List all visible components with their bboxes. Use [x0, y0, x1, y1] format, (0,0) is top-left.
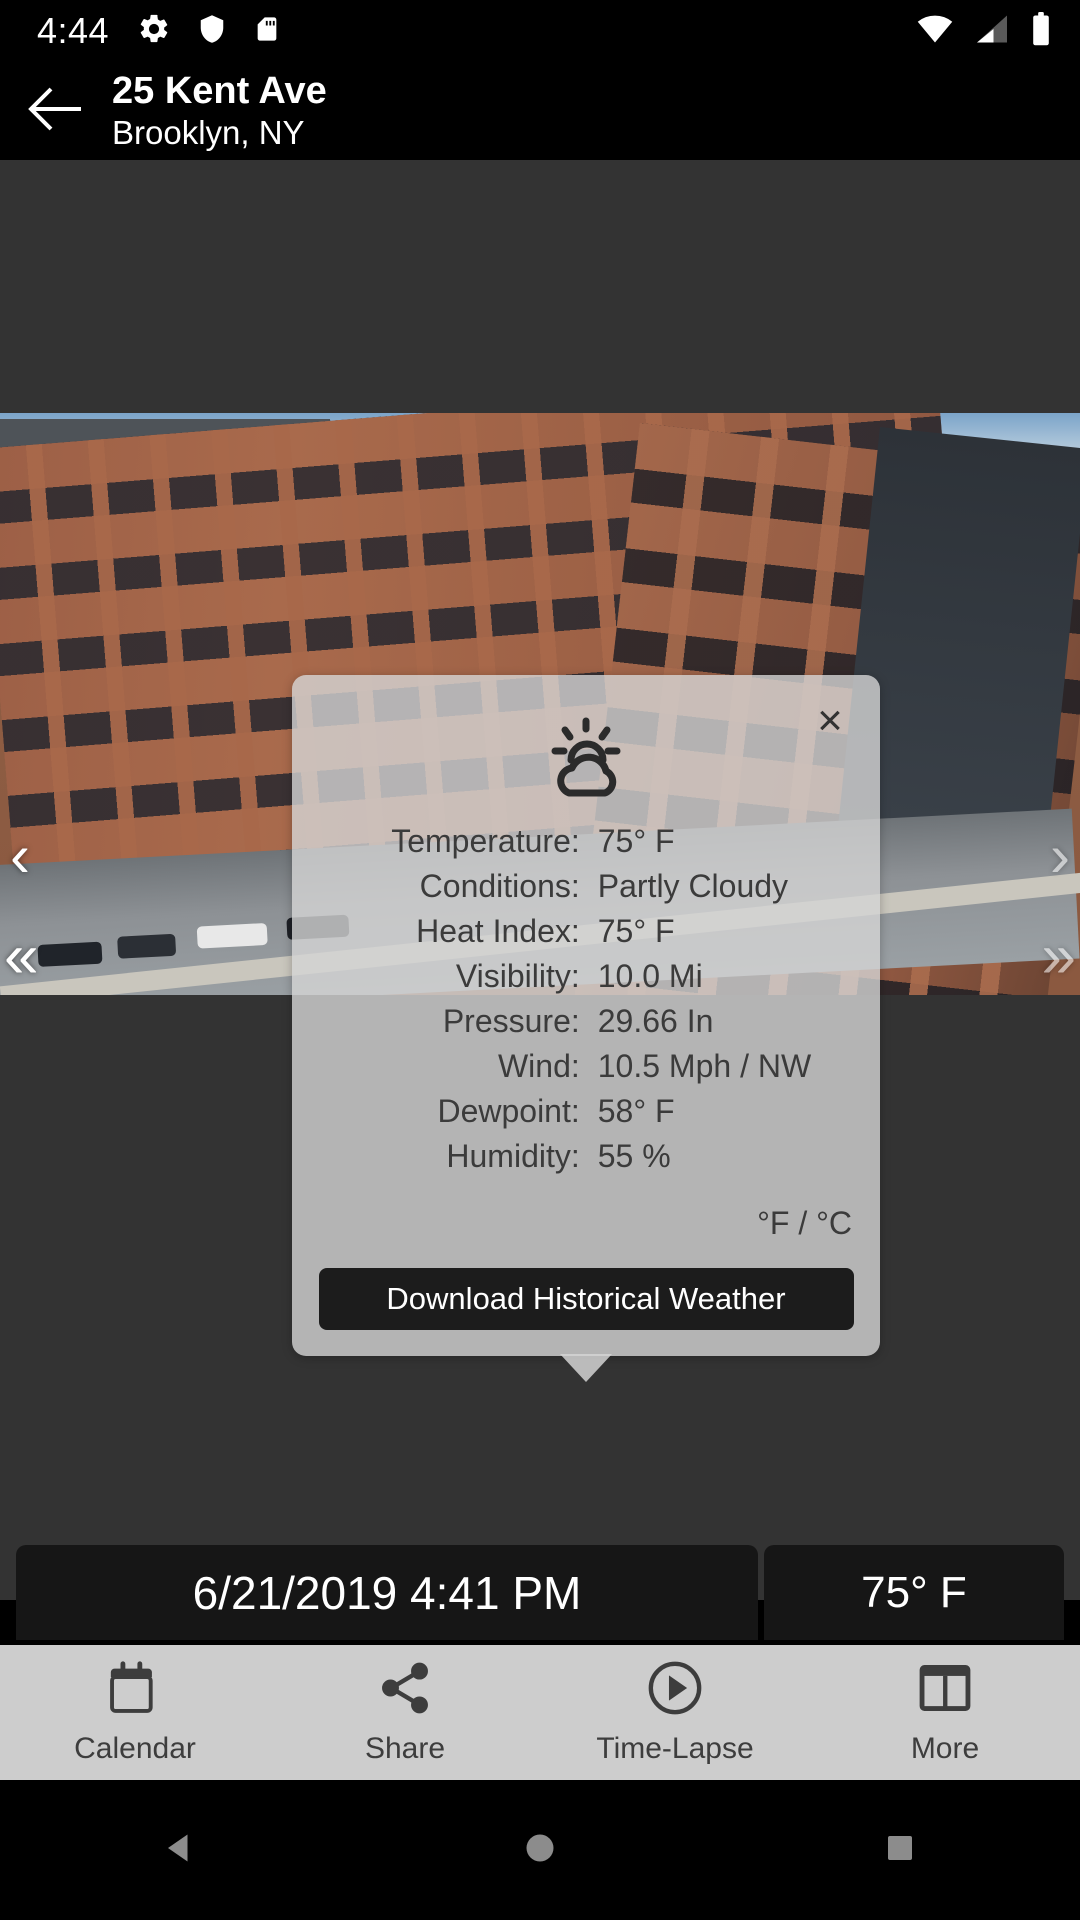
- cell-signal-icon: [974, 14, 1010, 49]
- row-label: Pressure:: [442, 1003, 580, 1039]
- table-row: Temperature: 75° F: [292, 819, 880, 864]
- tab-more[interactable]: More: [810, 1645, 1080, 1780]
- nav-back-button[interactable]: [110, 1780, 250, 1920]
- nav-recents-button[interactable]: [830, 1780, 970, 1920]
- table-row: Wind: 10.5 Mph / NW: [292, 1044, 880, 1089]
- previous-image-button[interactable]: ‹: [10, 826, 30, 886]
- row-value: 58° F: [597, 1093, 675, 1129]
- row-label: Heat Index:: [416, 913, 580, 949]
- status-bar-left-icons: [137, 12, 281, 51]
- wifi-icon: [916, 14, 954, 49]
- page-title: 25 Kent Ave: [112, 70, 327, 112]
- tab-calendar[interactable]: Calendar: [0, 1645, 270, 1780]
- weather-popup: × Temperature: 75° F Conditions: Partly …: [292, 675, 880, 1382]
- table-row: Heat Index: 75° F: [292, 909, 880, 954]
- android-nav-bar: [0, 1780, 1080, 1920]
- unit-toggle[interactable]: °F / °C: [292, 1179, 880, 1242]
- nav-recents-icon: [884, 1832, 916, 1869]
- play-circle-icon: [646, 1659, 704, 1722]
- nav-home-icon: [522, 1830, 558, 1871]
- tab-label: Share: [364, 1732, 446, 1765]
- tab-label: More: [910, 1732, 980, 1765]
- tab-label: Calendar: [74, 1732, 196, 1765]
- download-historical-weather-button[interactable]: Download Historical Weather: [318, 1268, 854, 1330]
- table-row: Pressure: 29.66 In: [292, 999, 880, 1044]
- gear-icon: [137, 12, 171, 51]
- calendar-icon: [106, 1659, 164, 1722]
- sd-card-icon: [253, 12, 281, 51]
- row-label: Temperature:: [391, 823, 580, 859]
- row-label: Dewpoint:: [437, 1093, 580, 1129]
- popup-tail: [560, 1354, 612, 1382]
- weather-details-table: Temperature: 75° F Conditions: Partly Cl…: [292, 819, 880, 1179]
- tab-share[interactable]: Share: [270, 1645, 540, 1780]
- parked-car: [37, 941, 103, 967]
- share-icon: [376, 1659, 434, 1722]
- nav-back-icon: [162, 1830, 198, 1871]
- row-value: 10.0 Mi: [597, 958, 703, 994]
- row-value: 75° F: [597, 913, 675, 949]
- table-row: Visibility: 10.0 Mi: [292, 954, 880, 999]
- timestamp-chip[interactable]: 6/21/2019 4:41 PM: [16, 1545, 758, 1640]
- nav-home-button[interactable]: [470, 1780, 610, 1920]
- table-row: Humidity: 55 %: [292, 1134, 880, 1179]
- parked-car: [117, 933, 177, 959]
- row-label: Visibility:: [455, 958, 580, 994]
- row-label: Humidity:: [446, 1138, 580, 1174]
- back-button[interactable]: [0, 62, 110, 160]
- previous-fast-button[interactable]: «: [4, 926, 38, 988]
- partly-cloudy-icon: [292, 711, 880, 803]
- temperature-chip[interactable]: 75° F: [764, 1545, 1064, 1640]
- tab-label: Time-Lapse: [596, 1732, 754, 1765]
- row-value: 75° F: [597, 823, 675, 859]
- row-value: 10.5 Mph / NW: [597, 1048, 812, 1084]
- status-bar: 4:44: [0, 0, 1080, 62]
- bottom-tab-bar: Calendar Share Time-Lapse More: [0, 1645, 1080, 1780]
- row-value: 55 %: [597, 1138, 671, 1174]
- info-bar: 6/21/2019 4:41 PM 75° F: [0, 1545, 1080, 1640]
- app-header: 25 Kent Ave Brooklyn, NY: [0, 62, 1080, 160]
- table-row: Dewpoint: 58° F: [292, 1089, 880, 1134]
- status-bar-clock: 4:44: [37, 10, 110, 51]
- next-image-button[interactable]: ›: [1050, 826, 1070, 886]
- next-fast-button[interactable]: »: [1042, 926, 1076, 988]
- app-root: 4:44 25 Kent Ave Brooklyn, NY ‹ « › » × …: [0, 0, 1080, 1920]
- row-label: Wind:: [497, 1048, 580, 1084]
- tab-time-lapse[interactable]: Time-Lapse: [540, 1645, 810, 1780]
- row-label: Conditions:: [419, 868, 580, 904]
- row-value: 29.66 In: [597, 1003, 714, 1039]
- parked-car: [196, 922, 268, 949]
- status-bar-right-icons: [916, 0, 1052, 62]
- battery-icon: [1030, 11, 1052, 51]
- table-row: Conditions: Partly Cloudy: [292, 864, 880, 909]
- row-value: Partly Cloudy: [597, 868, 789, 904]
- page-subtitle: Brooklyn, NY: [112, 114, 305, 151]
- back-arrow-icon: [27, 86, 83, 137]
- close-icon[interactable]: ×: [804, 695, 856, 747]
- panels-icon: [916, 1659, 974, 1722]
- shield-icon: [197, 12, 227, 51]
- header-text-block: 25 Kent Ave Brooklyn, NY: [112, 69, 327, 153]
